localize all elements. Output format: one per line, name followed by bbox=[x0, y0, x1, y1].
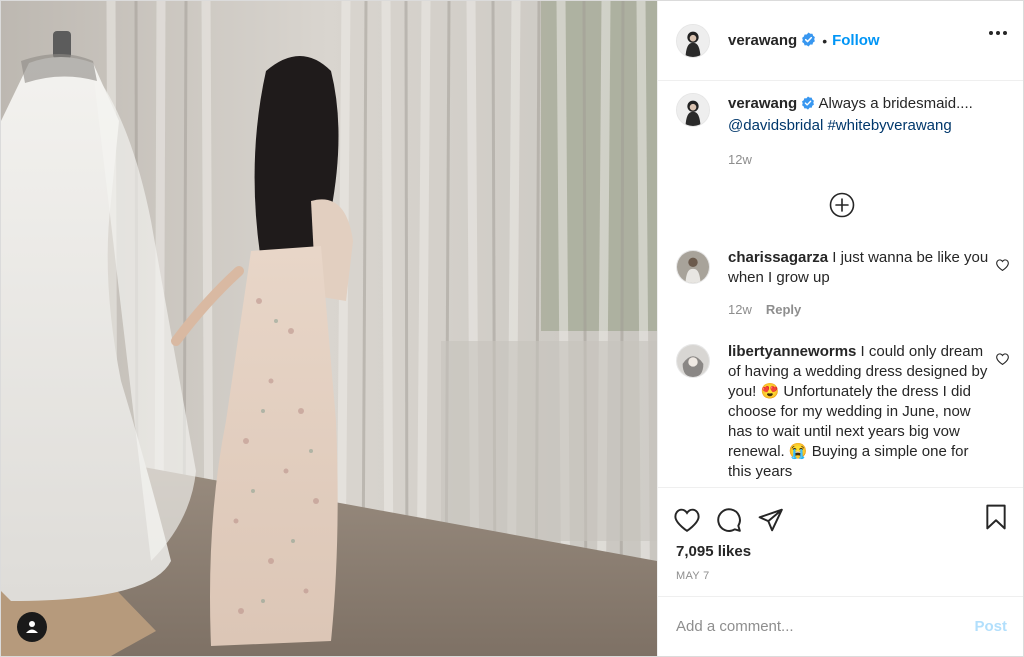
heart-icon[interactable] bbox=[674, 508, 700, 532]
bookmark-icon[interactable] bbox=[985, 504, 1007, 533]
comment-item: libertyanneworms I could only dream of h… bbox=[676, 342, 1009, 482]
like-comment-heart-icon[interactable] bbox=[996, 258, 1009, 274]
comment-username[interactable]: libertyanneworms bbox=[728, 343, 856, 360]
avatar[interactable] bbox=[676, 23, 710, 58]
avatar[interactable] bbox=[676, 250, 710, 284]
follow-button[interactable]: Follow bbox=[832, 32, 880, 49]
post-date[interactable]: MAY 7 bbox=[658, 570, 1023, 582]
avatar[interactable] bbox=[676, 344, 710, 378]
caption-text: Always a bridesmaid.... bbox=[818, 95, 973, 112]
action-bar bbox=[658, 487, 1023, 551]
add-comment-bar: Post bbox=[658, 596, 1023, 656]
load-more-comments-icon[interactable] bbox=[676, 192, 1007, 218]
add-comment-input[interactable] bbox=[676, 618, 936, 635]
avatar[interactable] bbox=[676, 93, 710, 127]
hashtag-link[interactable]: #whitebyverawang bbox=[827, 117, 951, 134]
share-icon[interactable] bbox=[758, 508, 784, 532]
post-photo[interactable] bbox=[1, 1, 657, 656]
comment-timestamp[interactable]: 12w bbox=[728, 302, 752, 317]
comment-username[interactable]: charissagarza bbox=[728, 249, 828, 266]
comment-item: charissagarza I just wanna be like you w… bbox=[676, 248, 1009, 320]
post-sidebar: verawang • Follow verawang Always a brid… bbox=[657, 1, 1023, 656]
separator-dot: • bbox=[822, 32, 828, 49]
user-tag-icon[interactable] bbox=[17, 612, 47, 642]
caption-timestamp[interactable]: 12w bbox=[728, 152, 752, 167]
post-header: verawang • Follow bbox=[658, 1, 1023, 81]
instagram-post: verawang • Follow verawang Always a brid… bbox=[0, 0, 1024, 657]
username-link[interactable]: verawang bbox=[728, 32, 797, 49]
reply-button[interactable]: Reply bbox=[766, 302, 801, 317]
comment-text: I could only dream of having a wedding d… bbox=[728, 343, 988, 480]
comments-section[interactable]: verawang Always a bridesmaid.... @davids… bbox=[658, 81, 1023, 487]
verified-badge-icon bbox=[801, 96, 815, 116]
photo-scene bbox=[1, 1, 657, 656]
more-options-icon[interactable] bbox=[989, 31, 1007, 35]
mention-link[interactable]: @davidsbridal bbox=[728, 117, 823, 134]
comment-icon[interactable] bbox=[716, 507, 742, 533]
caption-username[interactable]: verawang bbox=[728, 95, 797, 112]
verified-badge-icon bbox=[801, 31, 816, 50]
caption: verawang Always a bridesmaid.... @davids… bbox=[676, 91, 1007, 170]
post-comment-button[interactable]: Post bbox=[974, 618, 1007, 635]
like-comment-heart-icon[interactable] bbox=[996, 352, 1009, 368]
